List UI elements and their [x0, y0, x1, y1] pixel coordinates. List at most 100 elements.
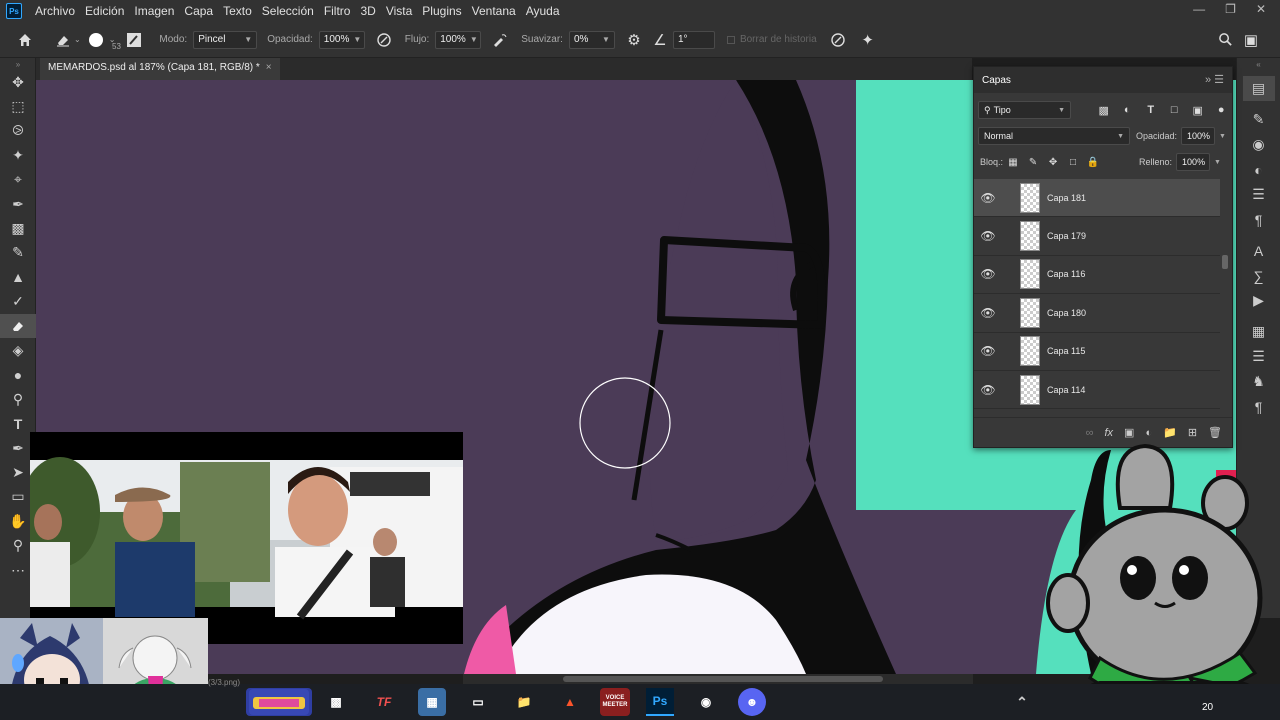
pressure-size-icon[interactable]	[827, 29, 849, 51]
eraser-tool-icon[interactable]	[0, 313, 36, 339]
filter-toggle-icon[interactable]: ●	[1215, 103, 1229, 117]
home-icon[interactable]	[14, 29, 36, 51]
lock-transparency-icon[interactable]: ▦	[1003, 154, 1023, 170]
pressure-opacity-icon[interactable]	[373, 29, 395, 51]
lock-pixels-icon[interactable]: ✎	[1023, 154, 1043, 170]
menu-ayuda[interactable]: Ayuda	[521, 4, 565, 18]
eyedropper-tool-icon[interactable]: ✒	[0, 192, 36, 216]
menu-vista[interactable]: Vista	[381, 4, 417, 18]
lock-all-icon[interactable]: 🔒	[1083, 154, 1103, 170]
adjustment-layer-icon[interactable]: ◐	[1145, 427, 1152, 439]
menu-edicion[interactable]: Edición	[80, 4, 129, 18]
paragraph-icon[interactable]: ¶	[1243, 207, 1275, 232]
flow-field[interactable]: 100% ▼	[435, 30, 482, 49]
chevron-down-icon[interactable]: ▼	[1214, 159, 1221, 166]
layer-name[interactable]: Capa 180	[1047, 308, 1086, 318]
shape-filter-icon[interactable]: □	[1168, 103, 1182, 117]
menu-archivo[interactable]: Archivo	[30, 4, 80, 18]
healing-brush-tool-icon[interactable]: ▩	[0, 216, 36, 240]
lasso-tool-icon[interactable]: ⧁	[0, 119, 36, 143]
layer-row[interactable]: 👁 Capa 181	[974, 179, 1220, 218]
task-view-icon[interactable]: ▩	[322, 688, 350, 716]
discord-icon[interactable]: ☻	[738, 688, 766, 716]
brush-settings-icon[interactable]	[123, 29, 145, 51]
dodge-tool-icon[interactable]: ⚲	[0, 387, 36, 411]
chevron-down-icon[interactable]: ⌄	[74, 35, 81, 44]
voicemeeter-icon[interactable]: VOICE MEETER	[600, 688, 630, 716]
layers-icon[interactable]: ▤	[1242, 76, 1275, 101]
tf-app-icon[interactable]: TF	[370, 688, 398, 716]
brave-browser-icon[interactable]: ▲	[556, 688, 584, 716]
layer-row[interactable]: 👁 Capa 114	[974, 371, 1220, 410]
collapse-icon[interactable]: «	[1243, 58, 1275, 70]
angle-field[interactable]: 1°	[672, 30, 715, 49]
menu-imagen[interactable]: Imagen	[129, 4, 179, 18]
properties-icon[interactable]: ☰	[1243, 182, 1275, 207]
adjustments-icon[interactable]: ◐	[1243, 157, 1275, 182]
photoshop-logo-icon[interactable]: Ps	[6, 3, 22, 19]
layer-style-icon[interactable]: fx	[1104, 427, 1113, 439]
symmetry-icon[interactable]: ✦	[857, 29, 879, 51]
scrollbar-thumb[interactable]	[1222, 255, 1228, 269]
restore-icon[interactable]: ❐	[1225, 2, 1236, 16]
layer-row[interactable]: 👁 Capa 115	[974, 333, 1220, 371]
visibility-eye-icon[interactable]: 👁	[974, 383, 1002, 397]
menu-ventana[interactable]: Ventana	[467, 4, 521, 18]
link-layers-icon[interactable]: ∞	[1086, 427, 1094, 439]
history-brush-tool-icon[interactable]: ✓	[0, 290, 36, 314]
minimize-icon[interactable]: —	[1193, 2, 1205, 16]
menu-filtro[interactable]: Filtro	[319, 4, 356, 18]
visibility-eye-icon[interactable]: 👁	[974, 191, 1002, 205]
paths-icon[interactable]: ♞	[1243, 369, 1275, 394]
type-filter-icon[interactable]: T	[1144, 103, 1158, 117]
document-tab[interactable]: MEMARDOS.psd al 187% (Capa 181, RGB/8) *…	[40, 58, 280, 80]
layer-name[interactable]: Capa 116	[1047, 269, 1085, 279]
visibility-eye-icon[interactable]: 👁	[974, 229, 1002, 243]
layers-scrollbar[interactable]	[1221, 179, 1229, 419]
calculator-icon[interactable]: ▦	[418, 688, 446, 716]
search-icon[interactable]	[1214, 29, 1236, 51]
swatches-icon[interactable]: ▦	[1243, 319, 1275, 344]
channels-icon[interactable]: ☰	[1243, 344, 1275, 369]
menu-texto[interactable]: Texto	[218, 4, 257, 18]
airbrush-icon[interactable]	[489, 29, 511, 51]
lock-artboard-icon[interactable]: □	[1063, 154, 1083, 170]
menu-capa[interactable]: Capa	[179, 4, 218, 18]
fill-field[interactable]: 100%	[1176, 153, 1211, 171]
layer-row[interactable]: 👁 Capa 116	[974, 256, 1220, 295]
crop-tool-icon[interactable]: ⌖	[0, 168, 36, 192]
tray-chevron-up-icon[interactable]: ⌃	[1008, 688, 1036, 716]
workspace-icon[interactable]: ▣	[1240, 29, 1262, 51]
adjustment-filter-icon[interactable]: ◐	[1121, 103, 1135, 117]
photoshop-taskbar-icon[interactable]: Ps	[646, 688, 674, 716]
move-tool-icon[interactable]: ✥	[0, 70, 36, 94]
file-explorer-icon[interactable]: 📁	[510, 688, 538, 716]
close-icon[interactable]: ✕	[1256, 2, 1266, 16]
blend-mode-select[interactable]: Normal ▼	[978, 127, 1130, 145]
chevron-down-icon[interactable]: ▼	[1219, 133, 1226, 140]
smart-object-filter-icon[interactable]: ▣	[1191, 103, 1205, 117]
layer-name[interactable]: Capa 115	[1047, 346, 1085, 356]
widget-app-icon[interactable]	[246, 688, 312, 716]
menu-3d[interactable]: 3D	[355, 4, 380, 18]
glyphs-icon[interactable]: ∑	[1243, 263, 1275, 288]
clone-stamp-tool-icon[interactable]: ▲	[0, 265, 36, 289]
horizontal-scrollbar[interactable]	[463, 674, 973, 684]
marquee-tool-icon[interactable]: ⬚	[0, 94, 36, 118]
obs-icon[interactable]: ◉	[692, 688, 720, 716]
lock-position-icon[interactable]: ✥	[1043, 154, 1063, 170]
history-checkbox[interactable]	[726, 35, 735, 44]
character-icon[interactable]: A	[1243, 238, 1275, 263]
smoothing-field[interactable]: 0% ▼	[568, 30, 615, 49]
scrollbar-thumb[interactable]	[563, 676, 883, 682]
visibility-eye-icon[interactable]: 👁	[974, 306, 1002, 320]
pixel-filter-icon[interactable]: ▩	[1097, 103, 1111, 117]
mode-select[interactable]: Pincel ▼	[193, 30, 258, 49]
layer-name[interactable]: Capa 179	[1047, 231, 1086, 241]
layer-name[interactable]: Capa 181	[1047, 193, 1086, 203]
eraser-preset-icon[interactable]	[52, 29, 74, 51]
brush-preview-icon[interactable]	[88, 32, 103, 47]
close-tab-icon[interactable]: ×	[266, 62, 272, 73]
panel-menu-icon[interactable]: » ☰	[1205, 73, 1224, 86]
opacity-field[interactable]: 100% ▼	[318, 30, 365, 49]
